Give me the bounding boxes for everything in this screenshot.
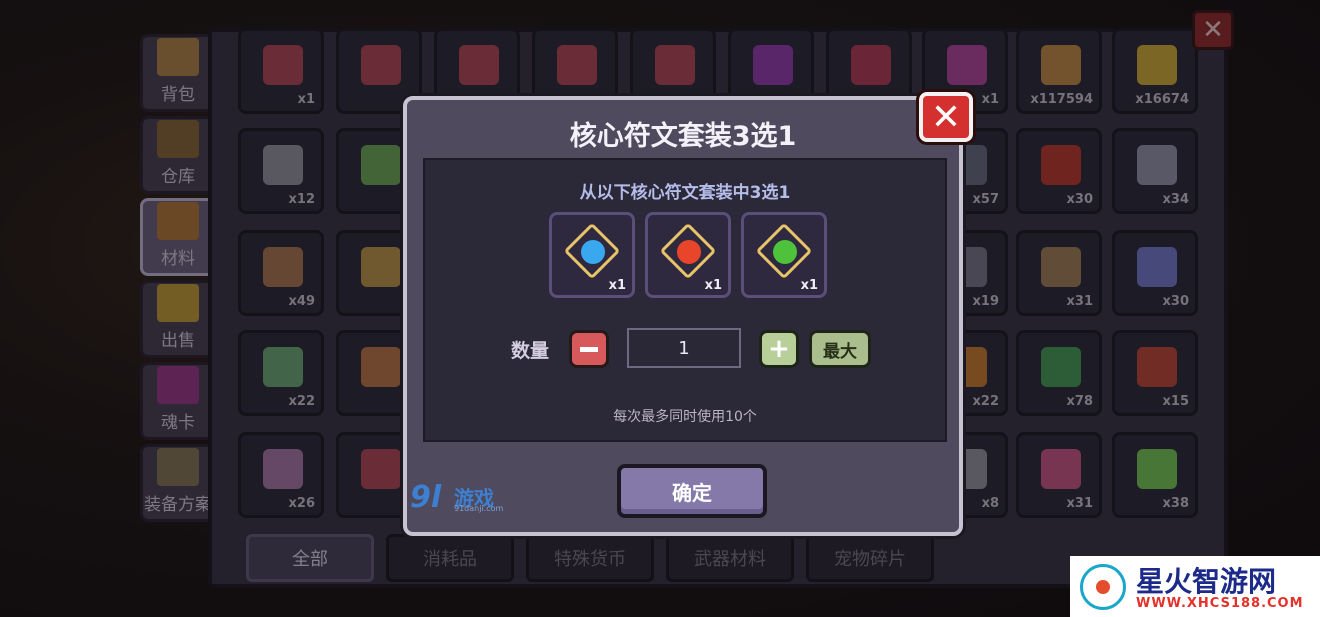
red-rune-icon [677,240,701,264]
rune-choice-green[interactable]: x1 [741,212,827,298]
dialog-title: 核心符文套装3选1 [569,121,797,152]
watermark-url: WWW.XHCS188.COM [1136,596,1304,611]
dialog-subtitle: 从以下核心符文套装中3选1 [579,183,791,203]
confirm-button[interactable]: 确定 [617,464,767,518]
close-dialog-button[interactable]: ✕ [919,92,973,142]
minus-icon [580,346,598,352]
blue-rune-icon [581,240,605,264]
green-rune-icon [773,240,797,264]
quantity-label: 数量 [511,340,550,362]
logo-dot [1096,580,1110,594]
rune-select-dialog: 核心符文套装3选1 ✕ 从以下核心符文套装中3选1 x1 x1 x1 数量 1 [403,92,973,536]
choice-qty: x1 [608,278,626,293]
watermark-91-logo: 9l [410,480,442,515]
decrease-button[interactable] [569,330,609,368]
watermark-name: 星火智游网 [1136,565,1277,598]
watermark-91: 9l 游戏 91danji.com [410,480,520,516]
game-screen: 背包 仓库 材料 出售 魂卡 装备方案 x1 x1 x117594 x16674… [0,0,1320,617]
rune-choice-red[interactable]: x1 [645,212,731,298]
quantity-field[interactable]: 1 [627,328,741,368]
dialog-content: 从以下核心符文套装中3选1 x1 x1 x1 数量 1 + 最大 每次最多同时使 [423,158,947,442]
watermark-xhcs: 星火智游网 WWW.XHCS188.COM [1070,556,1320,617]
max-button[interactable]: 最大 [809,330,871,368]
increase-button[interactable]: + [759,330,799,368]
rune-choice-blue[interactable]: x1 [549,212,635,298]
choice-qty: x1 [800,278,818,293]
usage-hint: 每次最多同时使用10个 [613,409,757,425]
watermark-91-url: 91danji.com [454,504,504,513]
choice-qty: x1 [704,278,722,293]
